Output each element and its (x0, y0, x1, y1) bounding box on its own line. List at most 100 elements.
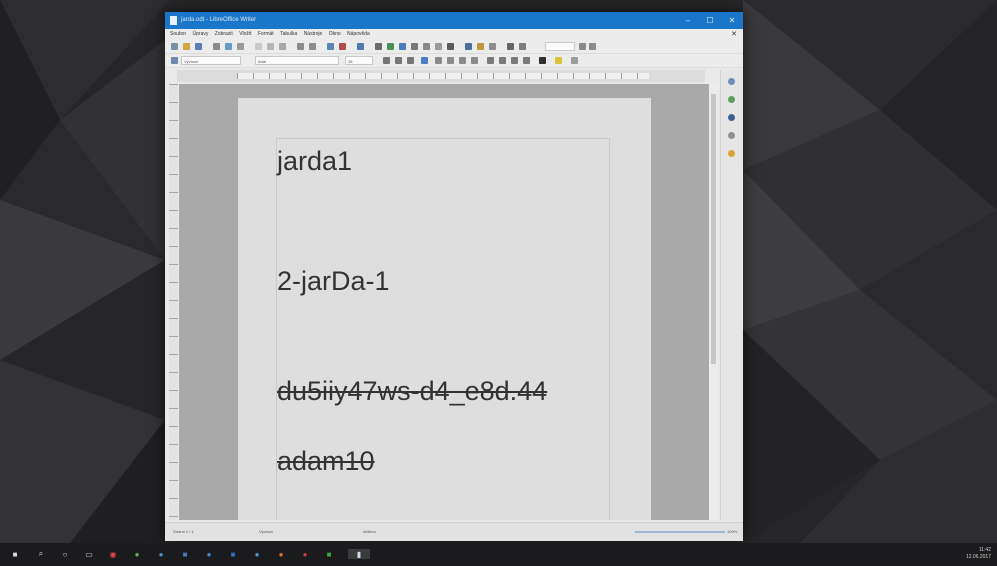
vertical-ruler (169, 84, 178, 520)
scrollbar-thumb[interactable] (711, 94, 716, 364)
standard-toolbar (165, 40, 743, 54)
menu-edit[interactable]: Úpravy (193, 29, 209, 40)
cortana-icon[interactable]: ○ (60, 549, 70, 559)
find-replace-icon[interactable] (327, 43, 334, 50)
maximize-icon[interactable]: ☐ (699, 12, 721, 29)
redo-icon[interactable] (309, 43, 316, 50)
minimize-icon[interactable]: – (677, 12, 699, 29)
numbering-icon[interactable] (499, 57, 506, 64)
status-bar: Strana 1 / 1 Výchozí čeština 100% (165, 522, 743, 541)
styles-icon[interactable] (171, 57, 178, 64)
find-previous-icon[interactable] (579, 43, 586, 50)
open-icon[interactable] (183, 43, 190, 50)
menu-window[interactable]: Okno (329, 29, 341, 40)
close-document-icon[interactable]: ✕ (731, 29, 737, 40)
ruler-scale (237, 73, 649, 79)
insert-field-icon[interactable] (435, 43, 442, 50)
track-changes-icon[interactable] (489, 43, 496, 50)
navigator-icon[interactable] (728, 132, 735, 139)
underline-icon[interactable] (407, 57, 414, 64)
skype-icon[interactable]: ● (252, 549, 262, 559)
new-document-icon[interactable] (171, 43, 178, 50)
print-preview-icon[interactable] (237, 43, 244, 50)
document-page[interactable]: jarda1 2-jarDa-1 du5iiy47ws-d4_e8d.44 ad… (238, 98, 651, 520)
menu-table[interactable]: Tabulka (280, 29, 297, 40)
menu-view[interactable]: Zobrazit (215, 29, 233, 40)
mail-icon[interactable]: ■ (228, 549, 238, 559)
print-icon[interactable] (225, 43, 232, 50)
document-line-3-struck[interactable]: du5iiy47ws-d4_e8d.44 (277, 376, 547, 407)
page-style-indicator[interactable]: Výchozí (259, 523, 273, 541)
search-icon[interactable]: ⌕ (36, 549, 46, 559)
spreadsheet-icon[interactable]: ■ (324, 549, 334, 559)
paragraph-style-select[interactable]: Výchozí (181, 56, 241, 65)
justify-icon[interactable] (471, 57, 478, 64)
font-name-select[interactable]: Arial (255, 56, 339, 65)
task-view-icon[interactable]: ▭ (84, 549, 94, 559)
menu-tools[interactable]: Nástroje (304, 29, 323, 40)
menu-help[interactable]: Nápověda (347, 29, 370, 40)
document-line-2[interactable]: 2-jarDa-1 (277, 266, 390, 297)
opera-icon[interactable]: ◉ (108, 549, 118, 559)
chrome-icon[interactable]: ● (132, 549, 142, 559)
page-break-icon[interactable] (423, 43, 430, 50)
align-right-icon[interactable] (459, 57, 466, 64)
comment-icon[interactable] (477, 43, 484, 50)
font-size-select[interactable]: 28 (345, 56, 373, 65)
formatting-marks-icon[interactable] (357, 43, 364, 50)
firefox-icon[interactable]: ● (276, 549, 286, 559)
properties-icon[interactable] (728, 78, 735, 85)
insert-table-icon[interactable] (375, 43, 382, 50)
zoom-slider[interactable] (635, 531, 725, 533)
save-icon[interactable] (195, 43, 202, 50)
strikethrough-icon[interactable] (421, 57, 428, 64)
insert-textbox-icon[interactable] (411, 43, 418, 50)
title-bar[interactable]: jarda.odt - LibreOffice Writer – ☐ ✕ (165, 12, 743, 29)
undo-icon[interactable] (297, 43, 304, 50)
italic-icon[interactable] (395, 57, 402, 64)
writer-taskbar-icon[interactable]: ▮ (348, 549, 370, 559)
find-next-icon[interactable] (589, 43, 596, 50)
shapes-icon[interactable] (519, 43, 526, 50)
highlight-icon[interactable] (555, 57, 562, 64)
outdent-icon[interactable] (523, 57, 530, 64)
store-icon[interactable]: ● (204, 549, 214, 559)
special-character-icon[interactable] (447, 43, 454, 50)
indent-icon[interactable] (511, 57, 518, 64)
styles-deck-icon[interactable] (728, 96, 735, 103)
file-explorer-icon[interactable]: ■ (180, 549, 190, 559)
close-icon[interactable]: ✕ (721, 12, 743, 29)
font-color-icon[interactable] (539, 57, 546, 64)
hyperlink-icon[interactable] (465, 43, 472, 50)
align-center-icon[interactable] (447, 57, 454, 64)
page-deck-icon[interactable] (728, 150, 735, 157)
menu-insert[interactable]: Vložit (239, 29, 251, 40)
insert-chart-icon[interactable] (399, 43, 406, 50)
start-icon[interactable]: ■ (10, 549, 20, 559)
find-field[interactable] (545, 42, 575, 51)
bold-icon[interactable] (383, 57, 390, 64)
export-pdf-icon[interactable] (213, 43, 220, 50)
horizontal-ruler[interactable] (177, 70, 705, 82)
line-icon[interactable] (507, 43, 514, 50)
edge-icon[interactable]: ● (156, 549, 166, 559)
media-player-icon[interactable]: ● (300, 549, 310, 559)
system-clock[interactable]: 11:42 12.06.2017 (966, 547, 991, 561)
zoom-level[interactable]: 100% (727, 523, 737, 541)
background-color-icon[interactable] (571, 57, 578, 64)
spelling-icon[interactable] (339, 43, 346, 50)
vertical-scrollbar[interactable] (709, 84, 718, 520)
gallery-icon[interactable] (728, 114, 735, 121)
document-line-4-struck[interactable]: adam10 (277, 446, 375, 477)
document-line-1[interactable]: jarda1 (277, 146, 352, 177)
copy-icon[interactable] (267, 43, 274, 50)
cut-icon[interactable] (255, 43, 262, 50)
menu-format[interactable]: Formát (258, 29, 274, 40)
align-left-icon[interactable] (435, 57, 442, 64)
menu-file[interactable]: Soubor (170, 29, 186, 40)
insert-image-icon[interactable] (387, 43, 394, 50)
bullets-icon[interactable] (487, 57, 494, 64)
paste-icon[interactable] (279, 43, 286, 50)
language-indicator[interactable]: čeština (363, 523, 376, 541)
page-indicator[interactable]: Strana 1 / 1 (173, 523, 194, 541)
